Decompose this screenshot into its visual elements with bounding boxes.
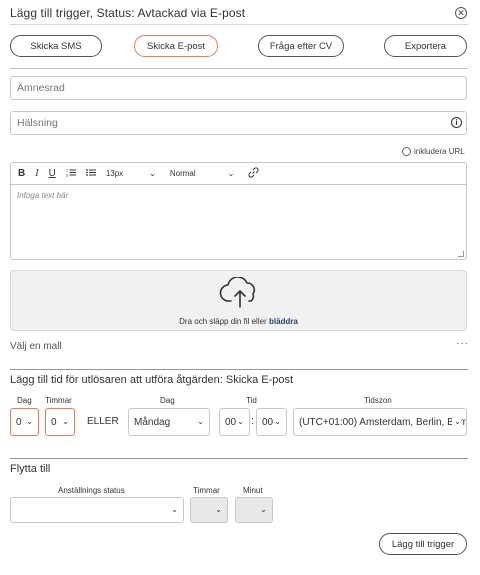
employment-status-label: Anställnings status xyxy=(58,486,125,495)
send-sms-button[interactable]: Skicka SMS xyxy=(10,35,102,57)
template-select[interactable]: Välj en mall xyxy=(10,341,62,352)
paragraph-style-select[interactable]: Normal ⌄ xyxy=(170,169,234,178)
greeting-field[interactable]: i xyxy=(10,111,467,135)
move-hours-label: Timmar xyxy=(193,486,220,495)
hours-label: Timmar xyxy=(45,396,72,405)
hours-value: 0 xyxy=(51,416,57,428)
ask-for-cv-button[interactable]: Fråga efter CV xyxy=(258,35,344,57)
timing-section-title: Lägg till tid för utlösaren att utföra å… xyxy=(10,374,294,386)
timezone-label: Tidszon xyxy=(364,396,392,405)
day-label: Dag xyxy=(17,396,32,405)
section-divider xyxy=(10,458,468,459)
employment-status-select[interactable]: ⌄ xyxy=(10,497,184,523)
chevron-down-icon: ⌄ xyxy=(62,417,69,426)
weekday-label: Dag xyxy=(160,396,175,405)
font-size-select[interactable]: 13px ⌄ xyxy=(106,169,156,178)
italic-button[interactable]: I xyxy=(35,168,38,179)
include-url-radio[interactable] xyxy=(402,147,411,156)
cloud-upload-icon xyxy=(219,277,256,308)
bold-button[interactable]: B xyxy=(18,168,25,179)
link-icon[interactable] xyxy=(248,166,259,181)
chevron-down-icon: ⌄ xyxy=(452,417,461,426)
dialog-title: Lägg till trigger, Status: Avtackad via … xyxy=(10,6,246,20)
minute-select[interactable]: 00 ⌄ xyxy=(256,408,287,436)
hour-value: 00 xyxy=(225,416,237,428)
chevron-down-icon: ⌄ xyxy=(26,417,33,426)
chevron-down-icon: ⌄ xyxy=(149,169,156,178)
section-divider xyxy=(10,369,468,370)
export-button[interactable]: Exportera xyxy=(384,35,467,57)
include-url-option[interactable]: inkludera URL xyxy=(402,147,465,156)
dropzone-text: Dra och släpp din fil eller bläddra xyxy=(11,317,466,326)
paragraph-style-value: Normal xyxy=(169,169,196,178)
chevron-down-icon: ⌄ xyxy=(237,417,244,426)
timezone-select[interactable]: (UTC+01:00) Amsterdam, Berlin, Bern ⌄ xyxy=(293,408,467,436)
or-label: ELLER xyxy=(87,416,119,427)
ellipsis-icon[interactable]: ··· xyxy=(456,338,469,349)
browse-link[interactable]: bläddra xyxy=(269,317,298,326)
dropzone-label: Dra och släpp din fil eller xyxy=(179,317,267,326)
chevron-down-icon: ⌄ xyxy=(227,169,235,178)
hours-select[interactable]: 0 ⌄ xyxy=(45,408,75,436)
font-size-value: 13px xyxy=(105,169,124,178)
move-minute-label: Minut xyxy=(243,486,263,495)
day-value: 0 xyxy=(16,416,22,428)
move-minute-select[interactable]: ⌄ xyxy=(235,497,273,523)
bullet-list-icon[interactable] xyxy=(85,168,96,180)
weekday-value: Måndag xyxy=(134,416,171,428)
title-divider xyxy=(10,24,468,25)
move-section-title: Flytta till xyxy=(10,463,51,475)
hour-select[interactable]: 00 ⌄ xyxy=(219,408,250,436)
svg-text:2: 2 xyxy=(66,173,68,177)
chevron-down-icon: ⌄ xyxy=(215,505,222,514)
send-email-button[interactable]: Skicka E-post xyxy=(134,35,218,57)
day-select[interactable]: 0 ⌄ xyxy=(10,408,39,436)
close-icon[interactable]: ✕ xyxy=(455,7,467,19)
subject-input[interactable] xyxy=(11,77,466,99)
chevron-down-icon: ⌄ xyxy=(274,417,281,426)
editor-body[interactable]: Infoga text här xyxy=(11,185,466,206)
time-label: Tid xyxy=(246,396,257,405)
actions-divider xyxy=(10,68,468,69)
chevron-down-icon: ⌄ xyxy=(197,417,204,426)
message-editor[interactable]: B I U 12 13px ⌄ Normal ⌄ Infoga text här xyxy=(10,162,467,260)
add-trigger-button[interactable]: Lägg till trigger xyxy=(379,533,467,555)
weekday-select[interactable]: Måndag ⌄ xyxy=(128,408,210,436)
timezone-value: (UTC+01:00) Amsterdam, Berlin, Bern xyxy=(299,416,467,428)
minute-value: 00 xyxy=(262,416,274,428)
subject-field[interactable] xyxy=(10,76,467,100)
chevron-down-icon: ⌄ xyxy=(171,505,178,514)
editor-toolbar: B I U 12 13px ⌄ Normal ⌄ xyxy=(11,163,466,185)
file-dropzone[interactable]: Dra och släpp din fil eller bläddra xyxy=(10,270,467,331)
chevron-down-icon: ⌄ xyxy=(260,505,267,514)
svg-text:1: 1 xyxy=(66,168,68,172)
ordered-list-icon[interactable]: 12 xyxy=(66,168,76,180)
move-hours-select[interactable]: ⌄ xyxy=(190,497,228,523)
info-icon[interactable]: i xyxy=(451,117,462,128)
resize-handle-icon[interactable] xyxy=(458,251,464,257)
include-url-label: inkludera URL xyxy=(414,147,465,156)
greeting-input[interactable] xyxy=(11,112,466,134)
underline-button[interactable]: U xyxy=(49,168,56,179)
time-separator: : xyxy=(251,415,255,427)
